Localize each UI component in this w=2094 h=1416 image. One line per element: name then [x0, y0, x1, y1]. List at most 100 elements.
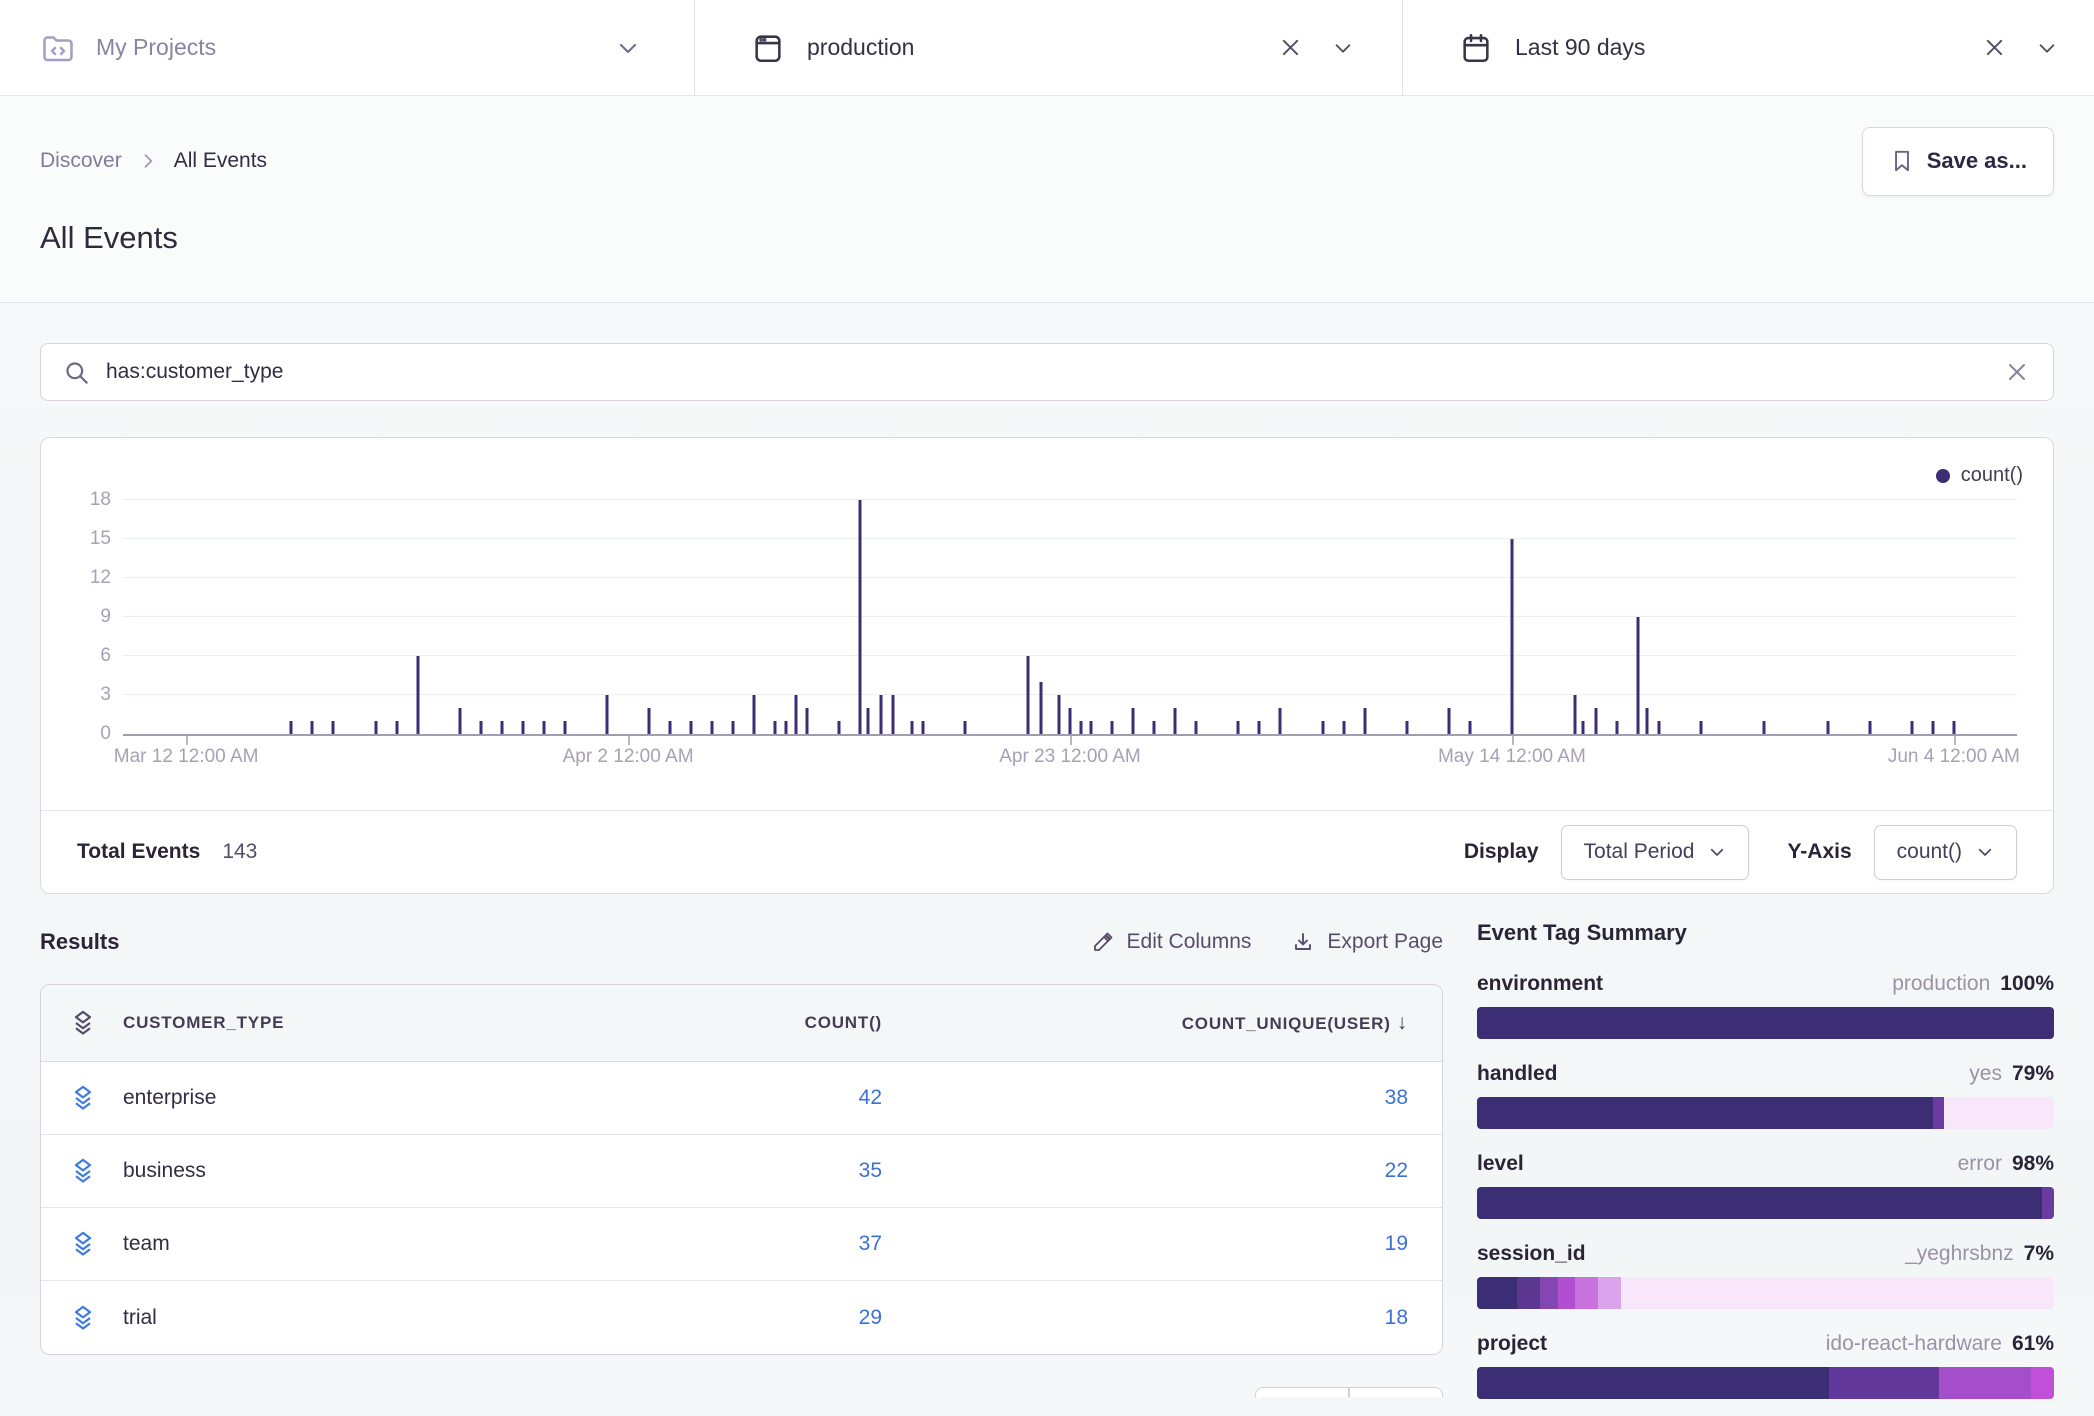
- chart-bar[interactable]: [458, 708, 461, 734]
- edit-columns-button[interactable]: Edit Columns: [1091, 930, 1252, 954]
- chart-bar[interactable]: [1153, 721, 1156, 734]
- chart-bar[interactable]: [1616, 721, 1619, 734]
- display-dropdown[interactable]: Total Period: [1561, 825, 1750, 880]
- project-selector[interactable]: My Projects: [0, 0, 694, 95]
- column-header-count[interactable]: COUNT(): [482, 1013, 902, 1033]
- chart-bar[interactable]: [858, 500, 861, 734]
- chart-bar[interactable]: [774, 721, 777, 734]
- chart-bar[interactable]: [732, 721, 735, 734]
- chart-bar[interactable]: [1132, 708, 1135, 734]
- chart-bar[interactable]: [542, 721, 545, 734]
- tag-distribution-bar[interactable]: [1477, 1277, 2054, 1309]
- project-chevron-down-icon[interactable]: [614, 34, 642, 62]
- chart-bar[interactable]: [1447, 708, 1450, 734]
- pagination-previous-button[interactable]: [1255, 1387, 1349, 1397]
- pagination-next-button[interactable]: [1349, 1387, 1443, 1397]
- save-as-button[interactable]: Save as...: [1862, 127, 2054, 196]
- chart-bar[interactable]: [1645, 708, 1648, 734]
- chart-bar[interactable]: [1931, 721, 1934, 734]
- chart-bar[interactable]: [500, 721, 503, 734]
- search-clear-icon[interactable]: [2003, 358, 2031, 386]
- count-link[interactable]: 42: [859, 1086, 882, 1109]
- count-link[interactable]: 35: [859, 1159, 882, 1182]
- count-link[interactable]: 29: [859, 1306, 882, 1329]
- chart-bar[interactable]: [1468, 721, 1471, 734]
- date-range-clear-icon[interactable]: [1981, 34, 2008, 61]
- chart-bar[interactable]: [1237, 721, 1240, 734]
- chart-bar[interactable]: [1174, 708, 1177, 734]
- tag-distribution-bar[interactable]: [1477, 1187, 2054, 1219]
- chart-bar[interactable]: [1279, 708, 1282, 734]
- chart-bar[interactable]: [1039, 682, 1042, 734]
- chart-bar[interactable]: [866, 708, 869, 734]
- chart-bar[interactable]: [606, 695, 609, 734]
- events-chart[interactable]: count() 0369121518 Mar 12 12:00 AMApr 2 …: [41, 438, 2053, 810]
- tag-distribution-bar[interactable]: [1477, 1367, 2054, 1399]
- chart-bar[interactable]: [648, 708, 651, 734]
- chart-legend[interactable]: count(): [1936, 464, 2023, 487]
- chart-bar[interactable]: [311, 721, 314, 734]
- y-axis-dropdown[interactable]: count(): [1874, 825, 2017, 880]
- chart-bar[interactable]: [1069, 708, 1072, 734]
- chart-bar[interactable]: [1637, 617, 1640, 734]
- column-header-customer-type[interactable]: CUSTOMER_TYPE: [123, 1013, 284, 1033]
- chart-bar[interactable]: [479, 721, 482, 734]
- chart-bar[interactable]: [1595, 708, 1598, 734]
- chart-bar[interactable]: [921, 721, 924, 734]
- date-range-filter[interactable]: Last 90 days: [1402, 0, 2094, 95]
- export-page-button[interactable]: Export Page: [1291, 930, 1443, 954]
- environment-filter[interactable]: production: [694, 0, 1402, 95]
- chart-bar[interactable]: [837, 721, 840, 734]
- chart-bar[interactable]: [1079, 721, 1082, 734]
- breadcrumb-discover-link[interactable]: Discover: [40, 149, 122, 173]
- tag-distribution-bar[interactable]: [1477, 1097, 2054, 1129]
- chart-bar[interactable]: [1658, 721, 1661, 734]
- count-unique-user-link[interactable]: 22: [1385, 1159, 1408, 1182]
- chart-bar[interactable]: [374, 721, 377, 734]
- chart-bar[interactable]: [395, 721, 398, 734]
- chart-bar[interactable]: [1763, 721, 1766, 734]
- chart-bar[interactable]: [1510, 539, 1513, 734]
- chart-bar[interactable]: [711, 721, 714, 734]
- chart-bar[interactable]: [1574, 695, 1577, 734]
- chart-bar[interactable]: [1582, 721, 1585, 734]
- chart-bar[interactable]: [795, 695, 798, 734]
- environment-chevron-down-icon[interactable]: [1330, 35, 1356, 61]
- chart-bar[interactable]: [1405, 721, 1408, 734]
- count-unique-user-link[interactable]: 38: [1385, 1086, 1408, 1109]
- column-header-count-unique-user[interactable]: COUNT_UNIQUE(USER)↓: [902, 1011, 1442, 1035]
- chart-bar[interactable]: [1026, 656, 1029, 734]
- search-input[interactable]: [106, 360, 2003, 384]
- chart-bar[interactable]: [879, 695, 882, 734]
- tag-distribution-bar[interactable]: [1477, 1007, 2054, 1039]
- chart-bar[interactable]: [563, 721, 566, 734]
- count-link[interactable]: 37: [859, 1232, 882, 1255]
- chart-bar[interactable]: [1342, 721, 1345, 734]
- chart-bar[interactable]: [1700, 721, 1703, 734]
- environment-clear-icon[interactable]: [1277, 34, 1304, 61]
- chart-bar[interactable]: [521, 721, 524, 734]
- chart-bar[interactable]: [1910, 721, 1913, 734]
- chart-bar[interactable]: [805, 708, 808, 734]
- chart-bar[interactable]: [1195, 721, 1198, 734]
- chart-bar[interactable]: [1111, 721, 1114, 734]
- chart-bar[interactable]: [1826, 721, 1829, 734]
- chart-bar[interactable]: [1952, 721, 1955, 734]
- chart-bar[interactable]: [963, 721, 966, 734]
- chart-bar[interactable]: [332, 721, 335, 734]
- chart-bar[interactable]: [1363, 708, 1366, 734]
- chart-bar[interactable]: [669, 721, 672, 734]
- chart-bar[interactable]: [911, 721, 914, 734]
- chart-bar[interactable]: [784, 721, 787, 734]
- date-range-chevron-down-icon[interactable]: [2034, 35, 2060, 61]
- chart-bar[interactable]: [1258, 721, 1261, 734]
- chart-bar[interactable]: [1868, 721, 1871, 734]
- chart-bar[interactable]: [690, 721, 693, 734]
- chart-bar[interactable]: [1090, 721, 1093, 734]
- count-unique-user-link[interactable]: 18: [1385, 1306, 1408, 1329]
- chart-bar[interactable]: [892, 695, 895, 734]
- chart-bar[interactable]: [753, 695, 756, 734]
- chart-bar[interactable]: [290, 721, 293, 734]
- chart-bar[interactable]: [416, 656, 419, 734]
- chart-bar[interactable]: [1321, 721, 1324, 734]
